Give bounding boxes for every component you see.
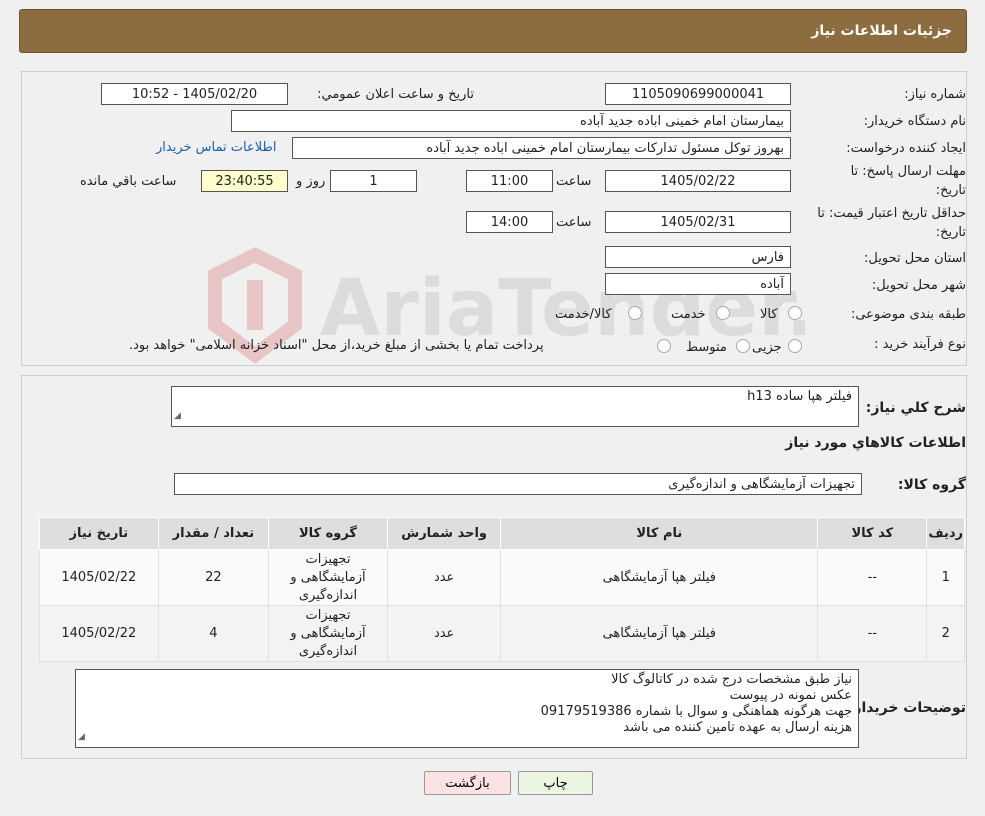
category-label: طبقه بندی موضوعی: bbox=[850, 307, 966, 322]
category-option-service: خدمت bbox=[671, 307, 706, 322]
process-note: پرداخت تمام یا بخشی از مبلغ خرید،از محل … bbox=[129, 338, 544, 353]
validity-time-field: 14:00 bbox=[466, 211, 553, 233]
description-field: فیلتر هپا ساده h13 ◢ bbox=[171, 386, 859, 427]
need-number-label: شماره نیاز: bbox=[904, 87, 966, 102]
buyer-note-line: هزینه ارسال به عهده تامین کننده می باشد bbox=[623, 720, 852, 735]
cell-group: تجهیزات آزمایشگاهی و اندازه‌گیری bbox=[268, 549, 388, 606]
cell-code: -- bbox=[817, 605, 928, 662]
col-header-index: رديف bbox=[926, 517, 965, 550]
print-button[interactable]: چاپ bbox=[518, 771, 593, 795]
resize-grip-icon[interactable]: ◢ bbox=[78, 729, 85, 745]
validity-label-date: تاریخ: bbox=[935, 225, 966, 240]
col-header-qty: تعداد / مقدار bbox=[157, 517, 270, 550]
items-table: رديف کد کالا نام کالا واحد شمارش گروه کا… bbox=[39, 517, 965, 662]
col-header-date: تاريخ نياز bbox=[39, 517, 159, 550]
province-label: استان محل تحویل: bbox=[864, 251, 966, 266]
resize-grip-icon[interactable]: ◢ bbox=[174, 408, 181, 424]
process-label: نوع فرآیند خرید : bbox=[874, 337, 966, 352]
description-label: شرح کلي نياز: bbox=[865, 400, 966, 416]
description-text: فیلتر هپا ساده h13 bbox=[747, 389, 852, 404]
need-number-field: 1105090699000041 bbox=[605, 83, 791, 105]
category-option-goods: کالا bbox=[760, 307, 778, 322]
validity-time-label: ساعت bbox=[556, 215, 592, 230]
category-radio-service[interactable] bbox=[716, 306, 730, 320]
remaining-time-field: 23:40:55 bbox=[201, 170, 288, 192]
buyer-contact-link[interactable]: اطلاعات تماس خریدار bbox=[156, 140, 276, 155]
remaining-time-label: ساعت باقي مانده bbox=[80, 174, 177, 189]
category-option-goods-service: کالا/خدمت bbox=[555, 307, 612, 322]
requester-field: بهروز توکل مسئول تدارکات بیمارستان امام … bbox=[292, 137, 791, 159]
col-header-name: نام کالا bbox=[500, 517, 819, 550]
cell-index: 1 bbox=[926, 549, 965, 606]
cell-qty: 4 bbox=[157, 605, 270, 662]
announce-label: تاریخ و ساعت اعلان عمومي: bbox=[317, 87, 474, 102]
cell-name: فیلتر هپا آزمایشگاهی bbox=[500, 605, 819, 662]
process-radio-treasury[interactable] bbox=[657, 339, 671, 353]
deadline-time-field: 11:00 bbox=[466, 170, 553, 192]
col-header-code: کد کالا bbox=[817, 517, 928, 550]
validity-label: حداقل تاریخ اعتبار قیمت: تا bbox=[817, 206, 966, 221]
category-radio-goods-service[interactable] bbox=[628, 306, 642, 320]
buyer-note-line: نیاز طبق مشخصات درج شده در کاتالوگ کالا bbox=[611, 672, 852, 687]
cell-qty: 22 bbox=[157, 549, 270, 606]
buyer-notes-label: توضیحات خریدار: bbox=[847, 700, 966, 716]
buyer-notes-field: نیاز طبق مشخصات درج شده در کاتالوگ کالا … bbox=[75, 669, 859, 748]
cell-code: -- bbox=[817, 549, 928, 606]
buyer-org-field: بیمارستان امام خمینی اباده جدید آباده bbox=[231, 110, 791, 132]
category-radio-goods[interactable] bbox=[788, 306, 802, 320]
city-field: آباده bbox=[605, 273, 791, 295]
validity-date-field: 1405/02/31 bbox=[605, 211, 791, 233]
process-radio-minor[interactable] bbox=[788, 339, 802, 353]
deadline-label: مهلت ارسال پاسخ: تا bbox=[850, 164, 966, 179]
deadline-time-label: ساعت bbox=[556, 174, 592, 189]
page-title: جزئیات اطلاعات نیاز bbox=[811, 23, 952, 39]
process-option-minor: جزیی bbox=[752, 340, 782, 355]
cell-name: فیلتر هپا آزمایشگاهی bbox=[500, 549, 819, 606]
process-option-medium: متوسط bbox=[686, 340, 727, 355]
province-field: فارس bbox=[605, 246, 791, 268]
buyer-org-label: نام دستگاه خريدار: bbox=[863, 114, 966, 129]
table-header-row: رديف کد کالا نام کالا واحد شمارش گروه کا… bbox=[39, 517, 965, 550]
cell-unit: عدد bbox=[386, 549, 502, 606]
deadline-label-date: تاریخ: bbox=[935, 183, 966, 198]
back-button[interactable]: بازگشت bbox=[424, 771, 511, 795]
process-radio-medium[interactable] bbox=[736, 339, 750, 353]
table-row: 2 -- فیلتر هپا آزمایشگاهی عدد تجهیزات آز… bbox=[39, 605, 965, 662]
cell-group: تجهیزات آزمایشگاهی و اندازه‌گیری bbox=[268, 605, 388, 662]
items-section-title: اطلاعات کالاهاي مورد نياز bbox=[785, 435, 966, 451]
col-header-unit: واحد شمارش bbox=[386, 517, 502, 550]
cell-date: 1405/02/22 bbox=[39, 549, 159, 606]
requester-label: ايجاد کننده درخواست: bbox=[846, 141, 966, 156]
buyer-note-line: عکس نمونه در پیوست bbox=[729, 688, 852, 703]
goods-group-field: تجهیزات آزمایشگاهی و اندازه‌گیری bbox=[174, 473, 862, 495]
days-remaining-field: 1 bbox=[330, 170, 417, 192]
buyer-note-line: جهت هرگونه هماهنگی و سوال با شماره 09179… bbox=[540, 704, 852, 719]
cell-date: 1405/02/22 bbox=[39, 605, 159, 662]
goods-group-label: گروه کالا: bbox=[897, 477, 966, 493]
page-header: جزئیات اطلاعات نیاز bbox=[19, 9, 967, 53]
announce-datetime-field: 1405/02/20 - 10:52 bbox=[101, 83, 288, 105]
cell-index: 2 bbox=[926, 605, 965, 662]
col-header-group: گروه کالا bbox=[268, 517, 388, 550]
city-label: شهر محل تحویل: bbox=[871, 278, 966, 293]
cell-unit: عدد bbox=[386, 605, 502, 662]
table-row: 1 -- فیلتر هپا آزمایشگاهی عدد تجهیزات آز… bbox=[39, 549, 965, 606]
days-label: روز و bbox=[296, 174, 326, 189]
deadline-date-field: 1405/02/22 bbox=[605, 170, 791, 192]
